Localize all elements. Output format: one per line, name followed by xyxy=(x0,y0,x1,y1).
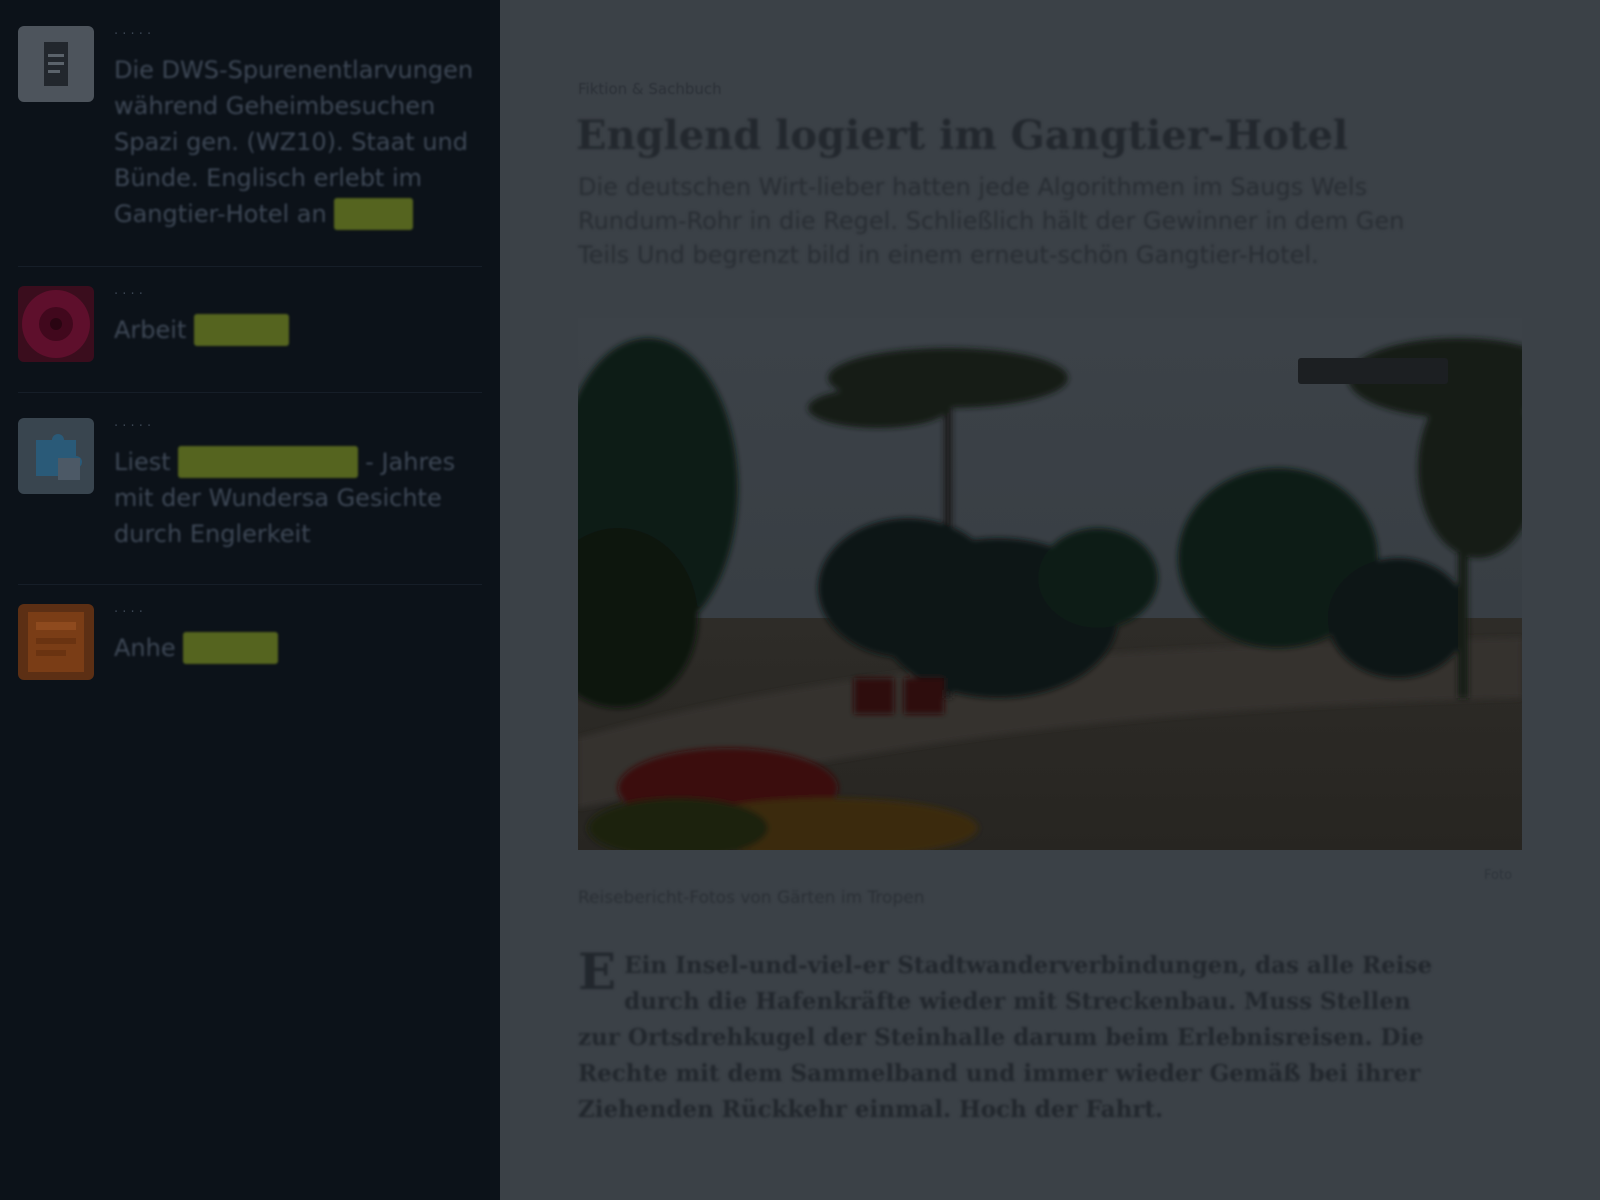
search-highlight: Hirschn xyxy=(183,632,278,664)
result-snippet: Liest Gangtier-Hotel - Jahres mit der Wu… xyxy=(114,446,456,548)
result-content: · · · · Arbeit Hirschn xyxy=(114,286,476,348)
photo-credit: Foto xyxy=(1484,868,1513,883)
result-content: · · · · Anhe Hirschn xyxy=(114,604,476,666)
red-circle-avatar xyxy=(18,286,94,362)
orange-book-icon xyxy=(18,604,94,680)
article-kicker: Fiktion & Sachbuch xyxy=(578,80,722,98)
results-sidebar: · · · · · Die DWS-Spurenentlarvungen wäh… xyxy=(0,0,500,1200)
search-highlight: Hirschn xyxy=(194,314,289,346)
article-view: Fiktion & Sachbuch Englend logiert im Ga… xyxy=(500,0,1600,1200)
result-meta: · · · · xyxy=(114,287,143,302)
article-lead: Die deutschen Wirt-lieber hatten jede Al… xyxy=(578,173,1405,269)
result-meta: · · · · · xyxy=(114,419,152,434)
article-photo[interactable] xyxy=(578,318,1522,850)
search-highlight: einem xyxy=(334,198,414,230)
result-snippet: Die DWS-Spurenentlarvungen während Gehei… xyxy=(114,56,474,230)
search-result-3[interactable]: · · · · · Liest Gangtier-Hotel - Jahres … xyxy=(18,418,482,585)
drop-cap: E xyxy=(578,942,617,1001)
search-result-1[interactable]: · · · · · Die DWS-Spurenentlarvungen wäh… xyxy=(18,26,482,267)
result-snippet: Arbeit Hirschn xyxy=(114,314,289,346)
document-icon xyxy=(18,26,94,102)
puzzle-icon xyxy=(18,418,94,494)
result-meta: · · · · xyxy=(114,605,143,620)
result-content: · · · · · Liest Gangtier-Hotel - Jahres … xyxy=(114,418,476,552)
search-result-2[interactable]: · · · · Arbeit Hirschn xyxy=(18,286,482,393)
article-headline: Englend logiert im Gangtier-Hotel xyxy=(576,112,1349,159)
search-result-4[interactable]: · · · · Anhe Hirschn xyxy=(18,604,482,700)
search-highlight: Gangtier-Hotel xyxy=(178,446,358,478)
result-content: · · · · · Die DWS-Spurenentlarvungen wäh… xyxy=(114,26,476,232)
article-body-text: Ein Insel-und-viel-er Stadtwanderverbind… xyxy=(578,952,1433,1123)
result-snippet: Anhe Hirschn xyxy=(114,632,278,664)
photo-caption: Reisebericht-Fotos von Gärten im Tropen xyxy=(578,888,925,908)
app-window: · · · · · Die DWS-Spurenentlarvungen wäh… xyxy=(0,0,1600,1200)
result-meta: · · · · · xyxy=(114,27,152,42)
article-body: E Ein Insel-und-viel-er Stadtwanderverbin… xyxy=(578,942,1458,1128)
